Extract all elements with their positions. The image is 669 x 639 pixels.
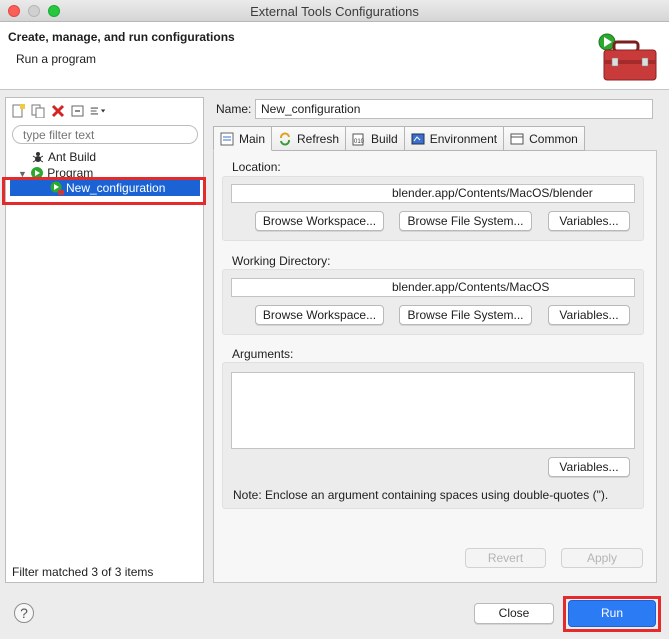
workdir-browse-filesystem-button[interactable]: Browse File System... (399, 305, 532, 325)
workdir-browse-workspace-button[interactable]: Browse Workspace... (255, 305, 384, 325)
main-tab-icon (220, 132, 234, 145)
working-directory-field[interactable]: blender.app/Contents/MacOS (231, 278, 635, 297)
arguments-textarea[interactable] (231, 372, 635, 449)
tab-refresh-label: Refresh (297, 131, 340, 146)
tree-label-ant: Ant Build (48, 150, 97, 164)
name-field[interactable] (255, 99, 653, 119)
revert-button[interactable]: Revert (465, 548, 546, 568)
dialog-title: Create, manage, and run configurations (8, 30, 235, 44)
help-button[interactable]: ? (14, 603, 34, 623)
location-variables-button[interactable]: Variables... (548, 211, 630, 231)
configuration-tree-panel: Ant Build ▼ Program New_configuration Fi… (5, 97, 204, 583)
arguments-label: Arguments: (232, 347, 294, 361)
title-bar: External Tools Configurations (0, 0, 669, 22)
tree-item-ant-build[interactable]: Ant Build (31, 149, 96, 165)
dialog-subtitle: Run a program (16, 52, 97, 66)
expand-triangle-icon[interactable]: ▼ (18, 169, 27, 177)
tree-item-program[interactable]: ▼ Program (18, 165, 93, 177)
location-browse-workspace-button[interactable]: Browse Workspace... (255, 211, 384, 231)
ant-icon (32, 152, 44, 163)
tab-bar: Main Refresh 010 Build Environment Commo… (213, 126, 585, 151)
program-icon (31, 167, 44, 177)
new-configuration-icon[interactable] (10, 103, 26, 119)
duplicate-icon[interactable] (30, 103, 46, 119)
name-label: Name: (216, 102, 252, 116)
svg-text:010: 010 (354, 139, 365, 145)
tab-common-label: Common (529, 131, 578, 146)
apply-button[interactable]: Apply (561, 548, 643, 568)
filter-menu-icon[interactable] (90, 103, 106, 119)
refresh-icon (280, 132, 291, 145)
selection-highlight-box (2, 177, 206, 205)
arguments-note: Note: Enclose an argument containing spa… (233, 488, 609, 502)
tab-environment-label: Environment (429, 131, 498, 146)
collapse-all-icon[interactable] (70, 103, 86, 119)
working-directory-label: Working Directory: (232, 254, 331, 268)
workdir-variables-button[interactable]: Variables... (548, 305, 630, 325)
delete-icon[interactable] (50, 103, 66, 119)
tab-common[interactable]: Common (504, 126, 585, 151)
window-title: External Tools Configurations (250, 4, 419, 19)
arguments-variables-button[interactable]: Variables... (548, 457, 630, 477)
location-browse-filesystem-button[interactable]: Browse File System... (399, 211, 532, 231)
toolbox-icon (598, 33, 657, 81)
tree-toolbar (10, 102, 106, 120)
tab-build[interactable]: 010 Build (346, 126, 405, 151)
tab-refresh[interactable]: Refresh (272, 126, 347, 151)
tab-build-label: Build (371, 131, 398, 146)
common-icon (510, 133, 524, 144)
tab-main[interactable]: Main (213, 126, 273, 151)
tab-main-label: Main (239, 131, 266, 146)
location-label: Location: (232, 160, 281, 174)
close-button[interactable]: Close (474, 603, 554, 624)
dialog-header: Create, manage, and run configurations R… (0, 22, 669, 90)
tab-environment[interactable]: Environment (404, 126, 505, 151)
filter-input[interactable] (12, 125, 198, 144)
environment-icon (411, 133, 425, 144)
filter-status: Filter matched 3 of 3 items (12, 565, 154, 579)
run-highlight-box (563, 596, 661, 632)
location-field[interactable]: blender.app/Contents/MacOS/blender (231, 184, 635, 203)
build-icon: 010 (352, 133, 365, 145)
tree-label-program: Program (47, 166, 94, 177)
